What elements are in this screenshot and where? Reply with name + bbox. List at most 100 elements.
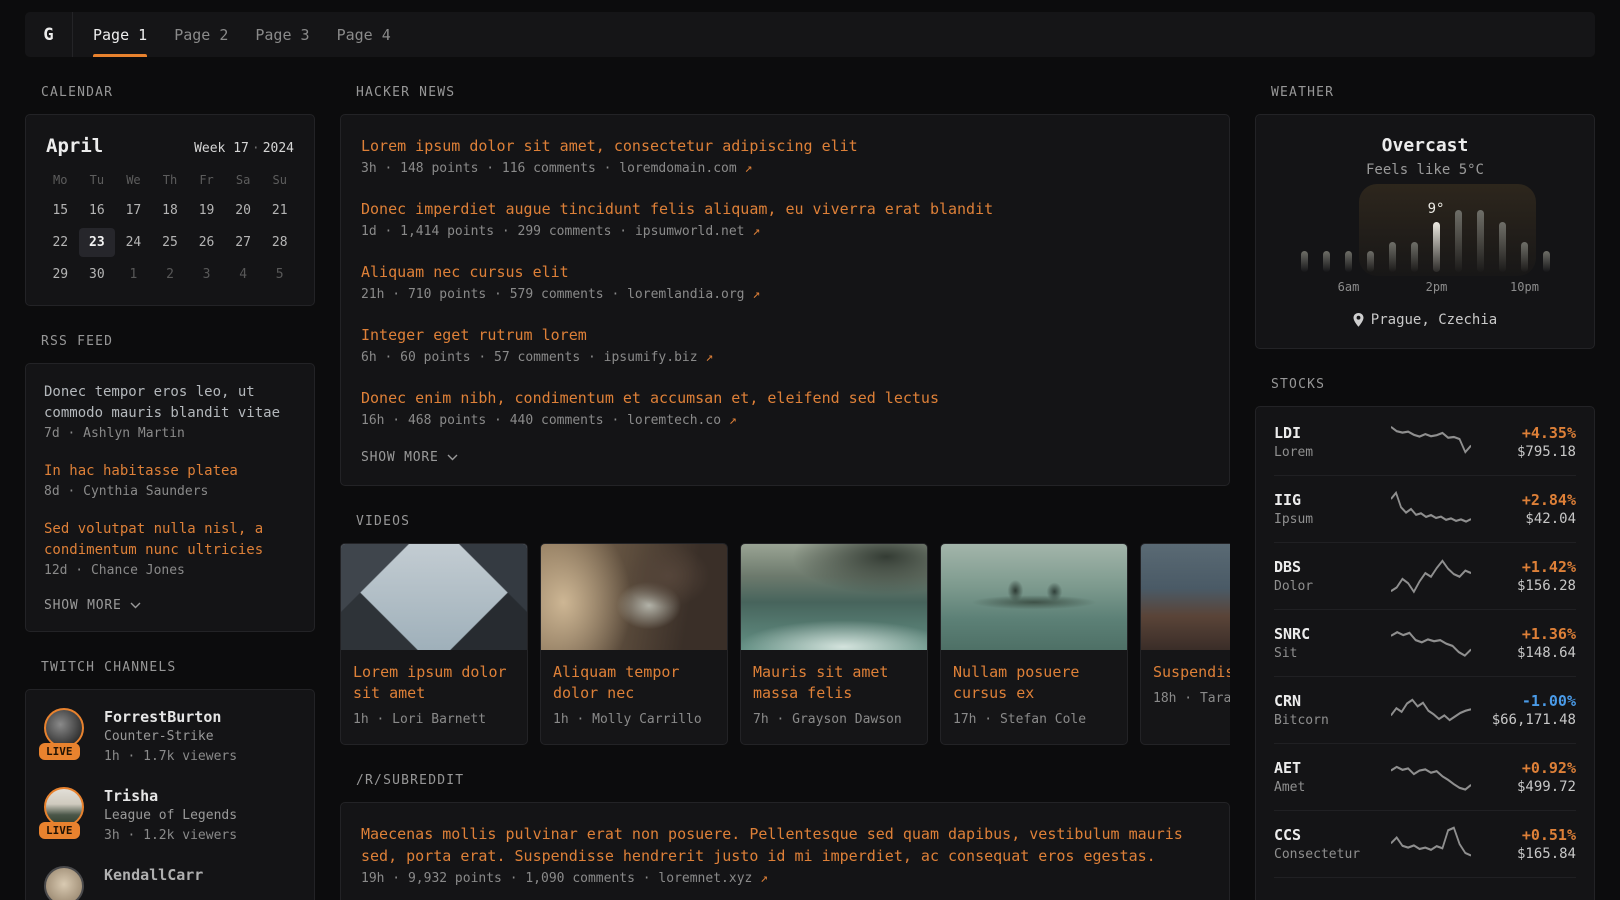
calendar-day: 28	[261, 228, 298, 257]
avatar	[44, 866, 84, 900]
domain-link[interactable]: ipsumworld.net	[635, 224, 745, 239]
calendar-year: 2024	[263, 141, 294, 156]
rss-show-more-button[interactable]: SHOW MORE	[44, 598, 296, 613]
domain-link[interactable]: loremlandia.org	[627, 287, 744, 302]
hackernews-item-link[interactable]: Lorem ipsum dolor sit amet, consectetur …	[361, 135, 1209, 157]
tab-page-4[interactable]: Page 4	[337, 12, 391, 57]
twitch-channel-row[interactable]: LIVE Trisha League of Legends 3h · 1.2k …	[44, 787, 296, 846]
twitch-channel-category: Counter-Strike	[104, 727, 237, 747]
weather-condition: Overcast	[1274, 135, 1576, 156]
meta-text: 6h · 60 points · 57 comments ·	[361, 350, 596, 365]
stock-row[interactable]: SNRC Sit +1.36% $148.64	[1274, 609, 1576, 676]
twitch-channel-row[interactable]: KendallCarr	[44, 866, 296, 900]
page-tabs: Page 1 Page 2 Page 3 Page 4	[73, 12, 391, 57]
stock-row[interactable]: CCS Consectetur +0.51% $165.84	[1274, 810, 1576, 877]
video-title-link[interactable]: Mauris sit amet massa felis	[753, 662, 915, 704]
meta-text: 3h · 148 points · 116 comments ·	[361, 161, 611, 176]
video-thumbnail[interactable]	[741, 544, 927, 650]
reddit-post: Maecenas mollis pulvinar erat non posuer…	[361, 823, 1209, 889]
video-title-link[interactable]: Nullam posuere cursus ex	[953, 662, 1115, 704]
hackernews-item-link[interactable]: Donec imperdiet augue tincidunt felis al…	[361, 198, 1209, 220]
external-link-icon: ↗	[752, 287, 760, 302]
rss-item-link[interactable]: Donec tempor eros leo, ut commodo mauris…	[44, 382, 296, 424]
stock-sparkline	[1382, 422, 1480, 462]
video-card[interactable]: Suspendisse diam 18h · Tara	[1140, 543, 1230, 745]
hackernews-item: Lorem ipsum dolor sit amet, consectetur …	[361, 135, 1209, 179]
video-thumbnail[interactable]	[541, 544, 727, 650]
weather-bar	[1345, 251, 1352, 272]
calendar-week-label: Week 17	[194, 141, 249, 156]
rss-item-link[interactable]: In hac habitasse platea	[44, 461, 296, 482]
external-link-icon: ↗	[729, 413, 737, 428]
stock-row[interactable]: IIG Ipsum +2.84% $42.04	[1274, 475, 1576, 542]
tab-page-2[interactable]: Page 2	[174, 12, 228, 57]
domain-link[interactable]: loremdomain.com	[619, 161, 736, 176]
video-card[interactable]: Aliquam tempor dolor nec pharetra… 1h · …	[540, 543, 728, 745]
calendar-week-year: Week 17·2024	[194, 141, 294, 156]
domain-link[interactable]: loremtech.co	[627, 413, 721, 428]
stock-price: $148.64	[1480, 644, 1576, 663]
video-thumbnail[interactable]	[1141, 544, 1230, 650]
twitch-channel-row[interactable]: LIVE ForrestBurton Counter-Strike 1h · 1…	[44, 708, 296, 767]
stock-change: +2.84%	[1480, 490, 1576, 510]
video-title-link[interactable]: Lorem ipsum dolor sit amet consectetu…	[353, 662, 515, 704]
calendar-day: 19	[188, 196, 225, 225]
stock-name: Sit	[1274, 644, 1382, 663]
hackernews-item-link[interactable]: Integer eget rutrum lorem	[361, 324, 1209, 346]
rss-item-meta: 12d · Chance Jones	[44, 561, 296, 581]
rss-item: Sed volutpat nulla nisl, a condimentum n…	[44, 519, 296, 581]
video-card[interactable]: Mauris sit amet massa felis 7h · Grayson…	[740, 543, 928, 745]
reddit-post-link[interactable]: Maecenas mollis pulvinar erat non posuer…	[361, 823, 1209, 867]
stock-row[interactable]: AET Amet +0.92% $499.72	[1274, 743, 1576, 810]
hackernews-section-header: HACKER NEWS	[356, 85, 1230, 100]
video-thumbnail[interactable]	[941, 544, 1127, 650]
video-thumbnail[interactable]	[341, 544, 527, 650]
stock-name: Amet	[1274, 778, 1382, 797]
meta-text: 1d · 1,414 points · 299 comments ·	[361, 224, 627, 239]
stock-change: +4.35%	[1480, 423, 1576, 443]
stock-row[interactable]: DBS Dolor +1.42% $156.28	[1274, 542, 1576, 609]
external-link-icon: ↗	[752, 224, 760, 239]
middle-column: HACKER NEWS Lorem ipsum dolor sit amet, …	[340, 57, 1230, 900]
meta-text: 19h · 9,932 points · 1,090 comments ·	[361, 871, 651, 886]
stock-row[interactable]: AHS +0.46%	[1274, 877, 1576, 900]
calendar-day: 18	[152, 196, 189, 225]
calendar-dow: Sa	[225, 167, 262, 193]
calendar-day: 16	[79, 196, 116, 225]
rss-item-meta: 7d · Ashlyn Martin	[44, 424, 296, 444]
weather-axis: 6am 2pm 10pm	[1301, 280, 1550, 296]
video-title-link[interactable]: Suspendisse diam	[1153, 662, 1230, 683]
hackernews-item-meta: 3h · 148 points · 116 comments · loremdo…	[361, 159, 1209, 179]
tab-page-1[interactable]: Page 1	[93, 12, 147, 57]
stock-price: $165.84	[1480, 845, 1576, 864]
weather-bar	[1367, 251, 1374, 272]
calendar-day: 26	[188, 228, 225, 257]
tab-page-3[interactable]: Page 3	[255, 12, 309, 57]
hackernews-item-meta: 21h · 710 points · 579 comments · loreml…	[361, 285, 1209, 305]
stock-row[interactable]: LDI Lorem +4.35% $795.18	[1274, 409, 1576, 475]
video-title-link[interactable]: Aliquam tempor dolor nec pharetra…	[553, 662, 715, 704]
video-card[interactable]: Nullam posuere cursus ex 17h · Stefan Co…	[940, 543, 1128, 745]
rss-section-header: RSS FEED	[41, 334, 315, 349]
hackernews-show-more-button[interactable]: SHOW MORE	[361, 450, 1209, 465]
rss-item-link[interactable]: Sed volutpat nulla nisl, a condimentum n…	[44, 519, 296, 561]
app-logo[interactable]: G	[25, 12, 73, 57]
video-card[interactable]: Lorem ipsum dolor sit amet consectetu… 1…	[340, 543, 528, 745]
axis-label: 10pm	[1510, 280, 1539, 294]
hackernews-item-meta: 16h · 468 points · 440 comments · loremt…	[361, 411, 1209, 431]
hackernews-item-link[interactable]: Aliquam nec cursus elit	[361, 261, 1209, 283]
stock-change: +0.92%	[1480, 758, 1576, 778]
rss-item: In hac habitasse platea 8d · Cynthia Sau…	[44, 461, 296, 502]
weather-bar	[1543, 251, 1550, 272]
calendar-day-next-month: 5	[261, 260, 298, 289]
domain-link[interactable]: loremnet.xyz	[658, 871, 752, 886]
stock-sparkline	[1382, 891, 1480, 900]
hackernews-item-link[interactable]: Donec enim nibh, condimentum et accumsan…	[361, 387, 1209, 409]
video-meta: 17h · Stefan Cole	[953, 710, 1115, 730]
calendar-dow: Fr	[188, 167, 225, 193]
stock-sparkline	[1382, 690, 1480, 730]
stock-price: $42.04	[1480, 510, 1576, 529]
calendar-dow: We	[115, 167, 152, 193]
stock-row[interactable]: CRN Bitcorn -1.00% $66,171.48	[1274, 676, 1576, 743]
domain-link[interactable]: ipsumify.biz	[604, 350, 698, 365]
